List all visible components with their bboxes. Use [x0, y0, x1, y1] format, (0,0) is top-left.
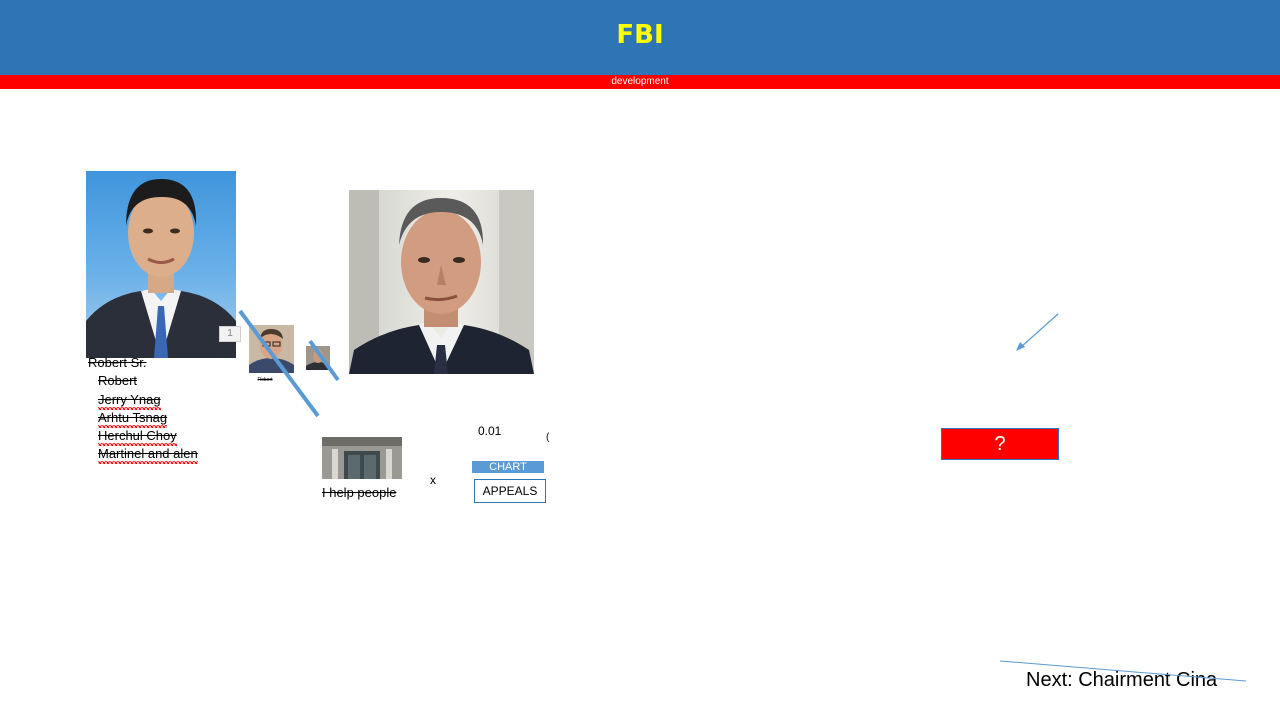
spellcheck-underline	[98, 461, 198, 464]
name-robert-sr: Robert Sr.	[88, 355, 147, 370]
value-label: 0.01	[478, 424, 502, 438]
thumbnail-photo-2[interactable]	[306, 346, 330, 370]
appeals-button[interactable]: APPEALS	[474, 479, 546, 503]
annotation-overlay	[238, 309, 1247, 682]
next-slide-label: Next: Chairment Cina	[1026, 669, 1218, 691]
page-title: FBI	[616, 20, 664, 50]
x-label: x	[430, 473, 436, 487]
thumbnail-caption: Robert	[257, 377, 273, 383]
list-item: Herchul Choy	[98, 427, 177, 446]
portrait-2-illustration	[349, 190, 534, 374]
thumbnail-1-illustration	[249, 325, 294, 373]
list-item: Arhtu Tsnag	[98, 409, 168, 428]
portrait-photo-1[interactable]	[86, 171, 236, 358]
name-item: Robert	[98, 373, 138, 388]
name-item: Arhtu Tsnag	[98, 410, 168, 425]
development-label: development	[611, 76, 669, 87]
portrait-photo-2[interactable]	[349, 190, 534, 374]
thumbnail-photo-1[interactable]	[249, 325, 294, 373]
chart-button[interactable]: CHART	[472, 461, 544, 473]
arrow-head-icon	[1016, 342, 1025, 351]
slide-number-badge: 1	[219, 326, 241, 342]
list-item: Jerry Ynag	[98, 391, 161, 410]
arrow-line[interactable]	[1020, 313, 1059, 348]
name-item: Herchul Choy	[98, 428, 177, 443]
question-button[interactable]: ?	[941, 428, 1059, 460]
name-item: Martinel and alen	[98, 446, 198, 461]
portrait-1-illustration	[86, 179, 236, 358]
thumbnail-2-illustration	[306, 346, 330, 370]
building-illustration	[322, 437, 402, 479]
paren-label: (	[546, 432, 550, 443]
name-list-header: Robert Sr.	[88, 354, 147, 372]
name-item: Jerry Ynag	[98, 392, 161, 407]
building-photo[interactable]	[322, 437, 402, 479]
list-item: Martinel and alen	[98, 445, 198, 464]
building-caption: I help people	[322, 485, 397, 500]
list-item: Robert	[98, 372, 137, 390]
